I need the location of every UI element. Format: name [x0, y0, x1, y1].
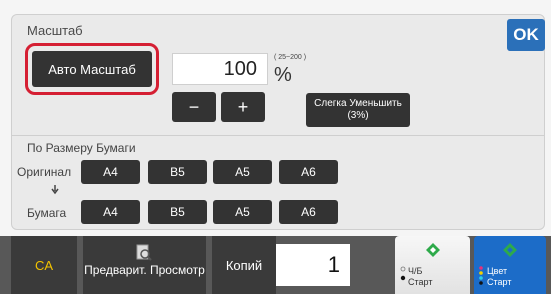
- original-size-a5-button[interactable]: A5: [213, 160, 272, 184]
- auto-zoom-button[interactable]: Авто Масштаб: [32, 51, 152, 87]
- start-bw-button[interactable]: Ч/Б Старт: [395, 236, 470, 294]
- clear-all-button[interactable]: CA: [11, 236, 77, 294]
- color-start-label: Старт: [487, 277, 512, 287]
- original-size-a6-button[interactable]: A6: [279, 160, 338, 184]
- preview-icon: [136, 244, 152, 261]
- bw-mode-indicator-icon: [400, 266, 406, 281]
- ok-button[interactable]: OK: [507, 19, 545, 51]
- zoom-range-label: ( 25~200 ): [274, 54, 307, 61]
- output-paper-label: Бумага: [27, 206, 67, 220]
- arrow-down-icon: [51, 185, 59, 195]
- bw-mode-label: Ч/Б: [408, 266, 423, 276]
- percent-unit: %: [274, 64, 292, 86]
- color-mode-indicator-icon: [479, 266, 483, 285]
- original-size-b5-button[interactable]: B5: [148, 160, 207, 184]
- output-size-a6-button[interactable]: A6: [279, 200, 338, 224]
- start-diamond-icon: [425, 243, 440, 257]
- copies-input[interactable]: 1: [276, 244, 350, 286]
- zoom-value-field[interactable]: 100: [172, 53, 268, 85]
- start-diamond-icon: [503, 243, 517, 257]
- paper-section-title: По Размеру Бумаги: [27, 141, 136, 155]
- page-title: Масштаб: [27, 23, 83, 38]
- output-size-a4-button[interactable]: A4: [81, 200, 140, 224]
- zoom-increase-button[interactable]: +: [221, 92, 265, 122]
- copies-label: Копий: [212, 236, 276, 294]
- output-size-b5-button[interactable]: B5: [148, 200, 207, 224]
- preview-label: Предварит. Просмотр: [84, 263, 205, 277]
- output-size-a5-button[interactable]: A5: [213, 200, 272, 224]
- bw-start-label: Старт: [408, 277, 433, 287]
- preview-button[interactable]: Предварит. Просмотр: [83, 236, 206, 294]
- start-color-button[interactable]: Цвет Старт: [474, 236, 546, 294]
- section-divider: [11, 135, 545, 136]
- slight-reduce-button[interactable]: Слегка Уменьшить (3%): [306, 93, 410, 127]
- color-mode-label: Цвет: [487, 266, 508, 276]
- original-size-a4-button[interactable]: A4: [81, 160, 140, 184]
- zoom-decrease-button[interactable]: −: [172, 92, 216, 122]
- original-label: Оригинал: [17, 165, 72, 179]
